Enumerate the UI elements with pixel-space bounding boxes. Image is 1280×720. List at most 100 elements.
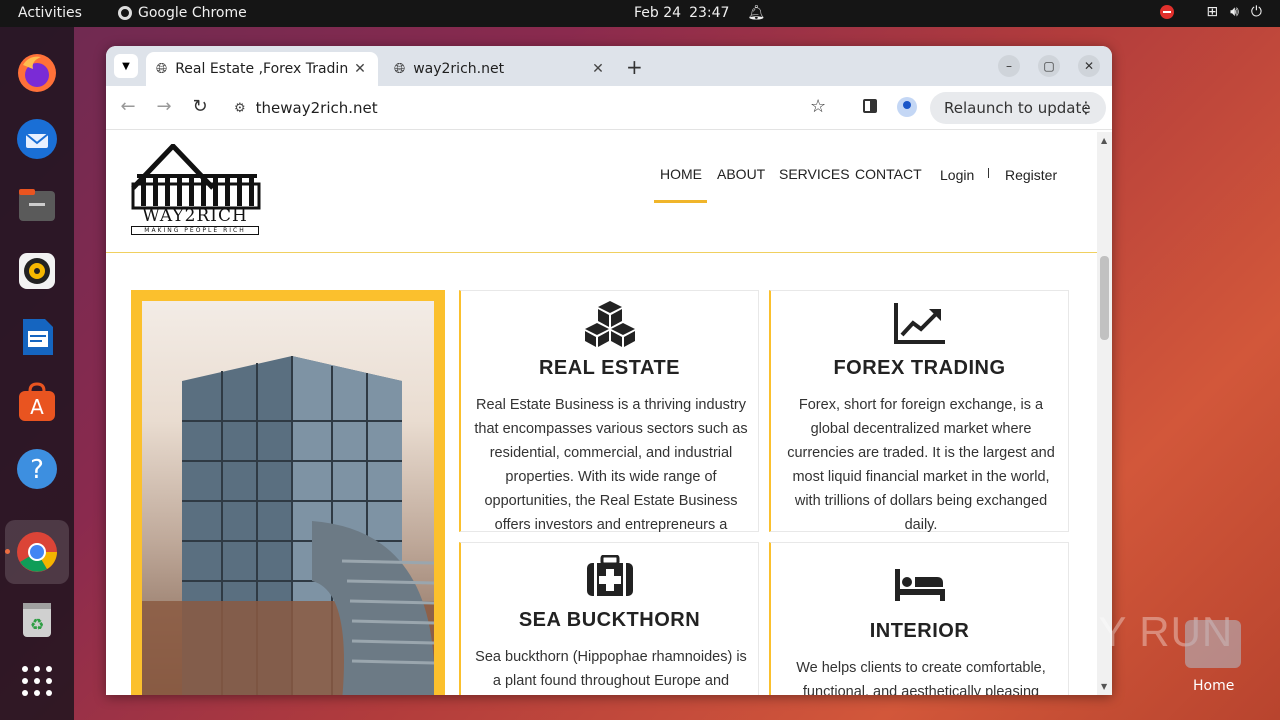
time-label: 23:47 — [689, 5, 730, 21]
url-text: theway2rich.net — [255, 99, 378, 117]
close-icon: ✕ — [1083, 59, 1095, 73]
chrome-small-icon — [118, 6, 132, 20]
minimize-icon: – — [1006, 59, 1012, 73]
tab-title: way2rich.net — [413, 61, 505, 77]
tab-real-estate[interactable]: 🌐︎ Real Estate ,Forex Tradin ✕ — [146, 52, 378, 86]
tab-search-button[interactable]: ▼ — [114, 54, 138, 78]
forward-button[interactable]: → — [152, 96, 176, 117]
logo-tagline: MAKING PEOPLE RICH — [131, 226, 259, 235]
app-name-label: Google Chrome — [138, 5, 247, 21]
svg-text:?: ? — [30, 455, 44, 485]
new-tab-button[interactable]: + — [626, 55, 643, 79]
app-menu[interactable]: Google Chrome — [118, 5, 247, 21]
dock-app-center[interactable]: A — [13, 379, 61, 427]
network-icon: ⊞ — [1206, 4, 1219, 20]
reload-button[interactable]: ↻ — [188, 96, 212, 117]
volume-icon: 🔊︎ — [1230, 4, 1239, 20]
dock-chrome[interactable] — [5, 520, 69, 584]
system-tray[interactable]: ⊞ 🔊︎ ⏻ — [1160, 4, 1262, 20]
help-icon: ? — [17, 449, 57, 489]
date-label: Feb 24 — [634, 5, 682, 21]
nav-contact[interactable]: CONTACT — [855, 166, 922, 182]
web-page: WAY2RICH MAKING PEOPLE RICH HOME ABOUT S… — [106, 132, 1097, 695]
relaunch-button[interactable]: Relaunch to update ⋮ — [930, 92, 1106, 124]
svg-text:A: A — [30, 395, 44, 419]
thunderbird-icon — [17, 119, 57, 159]
app-center-icon: A — [19, 382, 55, 421]
card-title: INTERIOR — [869, 620, 970, 642]
tab-way2rich[interactable]: 🌐︎ way2rich.net ✕ — [384, 52, 616, 86]
building-image — [142, 301, 434, 695]
dock-files[interactable] — [13, 181, 61, 229]
logo-house-icon — [131, 142, 261, 210]
close-window-button[interactable]: ✕ — [1078, 55, 1100, 77]
site-header: WAY2RICH MAKING PEOPLE RICH HOME ABOUT S… — [106, 132, 1097, 253]
logo-text: WAY2RICH — [142, 206, 248, 226]
profile-icon[interactable] — [897, 97, 917, 117]
svg-text:♻: ♻ — [30, 615, 44, 634]
card-title: REAL ESTATE — [538, 357, 681, 379]
maximize-button[interactable]: ▢ — [1038, 55, 1060, 77]
top-bar: Activities Google Chrome Feb 24 23:47 🔔︎… — [0, 0, 1280, 27]
card-description: Forex, short for foreign exchange, is ag… — [787, 397, 1055, 533]
trash-icon: ♻ — [23, 603, 51, 637]
login-link[interactable]: Login — [940, 167, 974, 183]
side-panel-icon[interactable] — [863, 99, 877, 113]
files-icon — [19, 189, 55, 221]
chevron-down-icon: ▼ — [122, 60, 130, 72]
card-description: We helps clients to create comfortable, f… — [796, 660, 1046, 695]
home-folder-label: Home — [1193, 678, 1235, 694]
show-apps-icon — [22, 666, 52, 696]
nav-about[interactable]: ABOUT — [717, 166, 765, 182]
nav-separator — [988, 168, 989, 178]
dock-writer[interactable] — [13, 313, 61, 361]
address-bar[interactable]: ⚙ theway2rich.net — [222, 92, 842, 124]
chart-line-icon — [771, 301, 1068, 349]
dock: A ? ♻ — [0, 27, 74, 720]
bell-icon: 🔔︎ — [747, 5, 766, 21]
dock-firefox[interactable] — [13, 49, 61, 97]
browser-window: ▼ 🌐︎ Real Estate ,Forex Tradin ✕ 🌐︎ way2… — [106, 46, 1112, 695]
register-link[interactable]: Register — [1005, 167, 1057, 183]
home-folder-icon[interactable] — [1185, 620, 1241, 668]
site-info-icon[interactable]: ⚙ — [234, 101, 246, 116]
service-card-interior[interactable]: INTERIOR We helps clients to create comf… — [769, 542, 1069, 695]
dock-show-apps[interactable] — [13, 657, 61, 705]
menu-kebab-icon[interactable]: ⋮ — [1078, 98, 1094, 117]
cubes-icon — [461, 299, 758, 351]
minimize-button[interactable]: – — [998, 55, 1020, 77]
card-description: Sea buckthorn (Hippophae rhamnoides) is a… — [475, 649, 747, 689]
nav-home[interactable]: HOME — [660, 166, 702, 182]
site-logo[interactable]: WAY2RICH MAKING PEOPLE RICH — [131, 142, 261, 239]
clock[interactable]: Feb 24 23:47 🔔︎ — [634, 5, 765, 21]
dock-help[interactable]: ? — [13, 445, 61, 493]
bookmark-star-icon[interactable]: ☆ — [810, 96, 826, 117]
service-card-real-estate[interactable]: REAL ESTATE Real Estate Business is a th… — [459, 290, 759, 533]
scroll-up-icon[interactable]: ▲ — [1101, 136, 1107, 145]
rhythmbox-icon — [19, 253, 55, 289]
scrollbar-thumb[interactable] — [1100, 256, 1109, 340]
scroll-down-icon[interactable]: ▼ — [1101, 682, 1107, 691]
maximize-icon: ▢ — [1043, 59, 1055, 73]
activities-button[interactable]: Activities — [18, 5, 82, 21]
dock-thunderbird[interactable] — [13, 115, 61, 163]
nav-services[interactable]: SERVICES — [779, 166, 850, 182]
browser-toolbar: ← → ↻ ⚙ theway2rich.net ☆ Relaunch to up… — [106, 86, 1112, 130]
service-card-forex[interactable]: FOREX TRADING Forex, short for foreign e… — [769, 290, 1069, 533]
bed-icon — [771, 567, 1068, 607]
hero-image-frame — [131, 290, 445, 695]
card-title: FOREX TRADING — [833, 357, 1006, 379]
medkit-icon — [461, 554, 758, 601]
tab-title: Real Estate ,Forex Tradin — [175, 61, 349, 77]
relaunch-label: Relaunch to update — [944, 99, 1091, 117]
nav-active-underline — [654, 200, 707, 203]
dock-rhythmbox[interactable] — [13, 247, 61, 295]
back-button[interactable]: ← — [116, 96, 140, 117]
dock-trash[interactable]: ♻ — [13, 595, 61, 643]
service-card-sea-buckthorn[interactable]: SEA BUCKTHORN Sea buckthorn (Hippophae r… — [459, 542, 759, 695]
chrome-icon — [17, 532, 57, 572]
close-tab-icon[interactable]: ✕ — [352, 61, 368, 77]
card-title: SEA BUCKTHORN — [518, 609, 701, 631]
close-tab-icon[interactable]: ✕ — [590, 61, 606, 77]
globe-icon: 🌐︎ — [394, 61, 406, 77]
